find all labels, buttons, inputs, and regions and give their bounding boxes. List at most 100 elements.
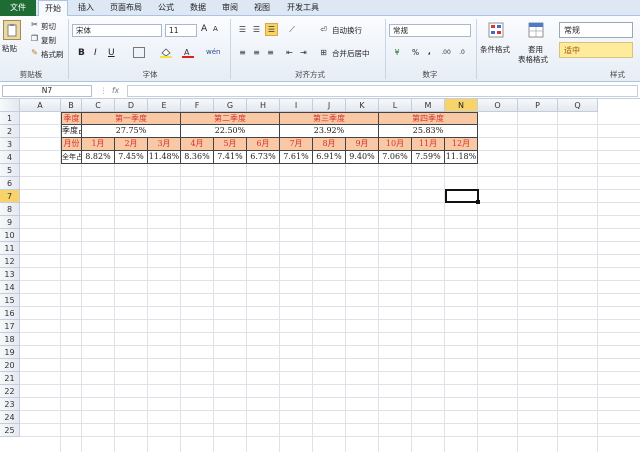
comma-button[interactable]: , [428, 47, 431, 56]
cell-g4[interactable]: 7.41% [214, 151, 247, 164]
style-neutral[interactable]: 适中 [559, 42, 633, 58]
wrap-text-button[interactable]: 自动换行 [332, 25, 362, 36]
cell-i1-merged[interactable]: 第三季度 [280, 112, 379, 125]
cell-b1[interactable]: 季度 [61, 112, 82, 125]
cell-i3[interactable]: 7月 [280, 138, 313, 151]
cell-l2-merged[interactable]: 25.83% [379, 125, 478, 138]
row-header-18[interactable]: 18 [0, 333, 20, 346]
increase-indent-icon[interactable]: ⇥ [298, 47, 309, 58]
shrink-font-button[interactable]: A [213, 25, 218, 33]
tab-developer[interactable]: 开发工具 [280, 0, 326, 16]
align-center-icon[interactable]: ≡ [251, 47, 262, 58]
style-normal[interactable]: 常规 [559, 22, 633, 38]
row-header-4[interactable]: 4 [0, 151, 20, 164]
active-cell-n7[interactable] [445, 189, 480, 204]
tab-review[interactable]: 审阅 [216, 0, 244, 16]
tab-formulas[interactable]: 公式 [152, 0, 180, 16]
cell-n4[interactable]: 11.18% [445, 151, 478, 164]
cell-l1-merged[interactable]: 第四季度 [379, 112, 478, 125]
row-header-13[interactable]: 13 [0, 268, 20, 281]
column-header-q[interactable]: Q [558, 99, 598, 112]
cell-l3[interactable]: 10月 [379, 138, 412, 151]
cell-f1-merged[interactable]: 第二季度 [181, 112, 280, 125]
column-header-p[interactable]: P [518, 99, 558, 112]
percent-button[interactable]: % [412, 48, 419, 57]
row-header-17[interactable]: 17 [0, 320, 20, 333]
cell-b2[interactable]: 季度占比 [61, 125, 82, 138]
row-header-7[interactable]: 7 [0, 190, 20, 203]
row-header-1[interactable]: 1 [0, 112, 20, 125]
cell-c3[interactable]: 1月 [82, 138, 115, 151]
cut-button[interactable]: 剪切 [41, 21, 56, 32]
row-header-16[interactable]: 16 [0, 307, 20, 320]
conditional-formatting-button[interactable]: 条件格式 [480, 44, 510, 55]
decrease-indent-icon[interactable]: ⇤ [284, 47, 295, 58]
column-header-m[interactable]: M [412, 99, 445, 112]
row-header-25[interactable]: 25 [0, 424, 20, 437]
cell-k3[interactable]: 9月 [346, 138, 379, 151]
copy-button[interactable]: 复制 [41, 35, 56, 46]
cell-i4[interactable]: 7.61% [280, 151, 313, 164]
cell-b3[interactable]: 月份 [61, 138, 82, 151]
select-all-corner[interactable] [0, 99, 20, 112]
column-header-n[interactable]: N [445, 99, 478, 112]
cell-f2-merged[interactable]: 22.50% [181, 125, 280, 138]
cell-l4[interactable]: 7.06% [379, 151, 412, 164]
tab-page-layout[interactable]: 页面布局 [104, 0, 148, 16]
column-header-c[interactable]: C [82, 99, 115, 112]
fill-color-icon[interactable] [160, 47, 172, 58]
align-middle-icon[interactable]: ☰ [251, 24, 262, 35]
row-header-22[interactable]: 22 [0, 385, 20, 398]
name-box[interactable]: N7 [2, 85, 92, 97]
cell-e3[interactable]: 3月 [148, 138, 181, 151]
cell-d3[interactable]: 2月 [115, 138, 148, 151]
row-header-14[interactable]: 14 [0, 281, 20, 294]
copy-icon[interactable]: ❐ [30, 34, 39, 43]
row-header-8[interactable]: 8 [0, 203, 20, 216]
cell-c1-merged[interactable]: 第一季度 [82, 112, 181, 125]
wrap-text-icon[interactable]: ⏎ [318, 24, 329, 35]
currency-icon[interactable]: ¥ [390, 47, 404, 58]
cell-g3[interactable]: 5月 [214, 138, 247, 151]
tab-file[interactable]: 文件 [0, 0, 36, 16]
row-header-5[interactable]: 5 [0, 164, 20, 177]
cell-j4[interactable]: 6.91% [313, 151, 346, 164]
row-header-11[interactable]: 11 [0, 242, 20, 255]
formula-input[interactable] [127, 85, 638, 97]
merge-center-button[interactable]: 合并后居中 [332, 48, 370, 59]
cell-m4[interactable]: 7.59% [412, 151, 445, 164]
cell-n3[interactable]: 12月 [445, 138, 478, 151]
row-header-9[interactable]: 9 [0, 216, 20, 229]
underline-button[interactable]: U [108, 48, 115, 58]
column-header-g[interactable]: G [214, 99, 247, 112]
italic-button[interactable]: I [94, 48, 97, 58]
column-header-k[interactable]: K [346, 99, 379, 112]
cell-m3[interactable]: 11月 [412, 138, 445, 151]
cell-f3[interactable]: 4月 [181, 138, 214, 151]
tab-home[interactable]: 开始 [38, 0, 68, 17]
row-header-12[interactable]: 12 [0, 255, 20, 268]
row-header-24[interactable]: 24 [0, 411, 20, 424]
align-right-icon[interactable]: ≡ [265, 47, 276, 58]
font-color-icon[interactable]: A [182, 47, 194, 58]
cell-i2-merged[interactable]: 23.92% [280, 125, 379, 138]
cell-j3[interactable]: 8月 [313, 138, 346, 151]
format-painter-icon[interactable]: ✎ [30, 48, 39, 57]
cell-c2-merged[interactable]: 27.75% [82, 125, 181, 138]
paste-button[interactable]: 粘贴 [2, 43, 17, 54]
increase-decimal-icon[interactable]: .00 [440, 47, 452, 58]
tab-data[interactable]: 数据 [184, 0, 212, 16]
font-size-select[interactable]: 11 [165, 24, 197, 37]
insert-function-icon[interactable]: fx [112, 86, 119, 95]
merge-center-icon[interactable]: ⊞ [318, 47, 329, 58]
row-header-2[interactable]: 2 [0, 125, 20, 138]
format-as-table-icon[interactable] [527, 21, 545, 39]
row-header-15[interactable]: 15 [0, 294, 20, 307]
align-left-icon[interactable]: ≡ [237, 47, 248, 58]
column-header-a[interactable]: A [20, 99, 61, 112]
row-header-19[interactable]: 19 [0, 346, 20, 359]
cell-e4[interactable]: 11.48% [148, 151, 181, 164]
row-header-10[interactable]: 10 [0, 229, 20, 242]
row-header-20[interactable]: 20 [0, 359, 20, 372]
cell-f4[interactable]: 8.36% [181, 151, 214, 164]
